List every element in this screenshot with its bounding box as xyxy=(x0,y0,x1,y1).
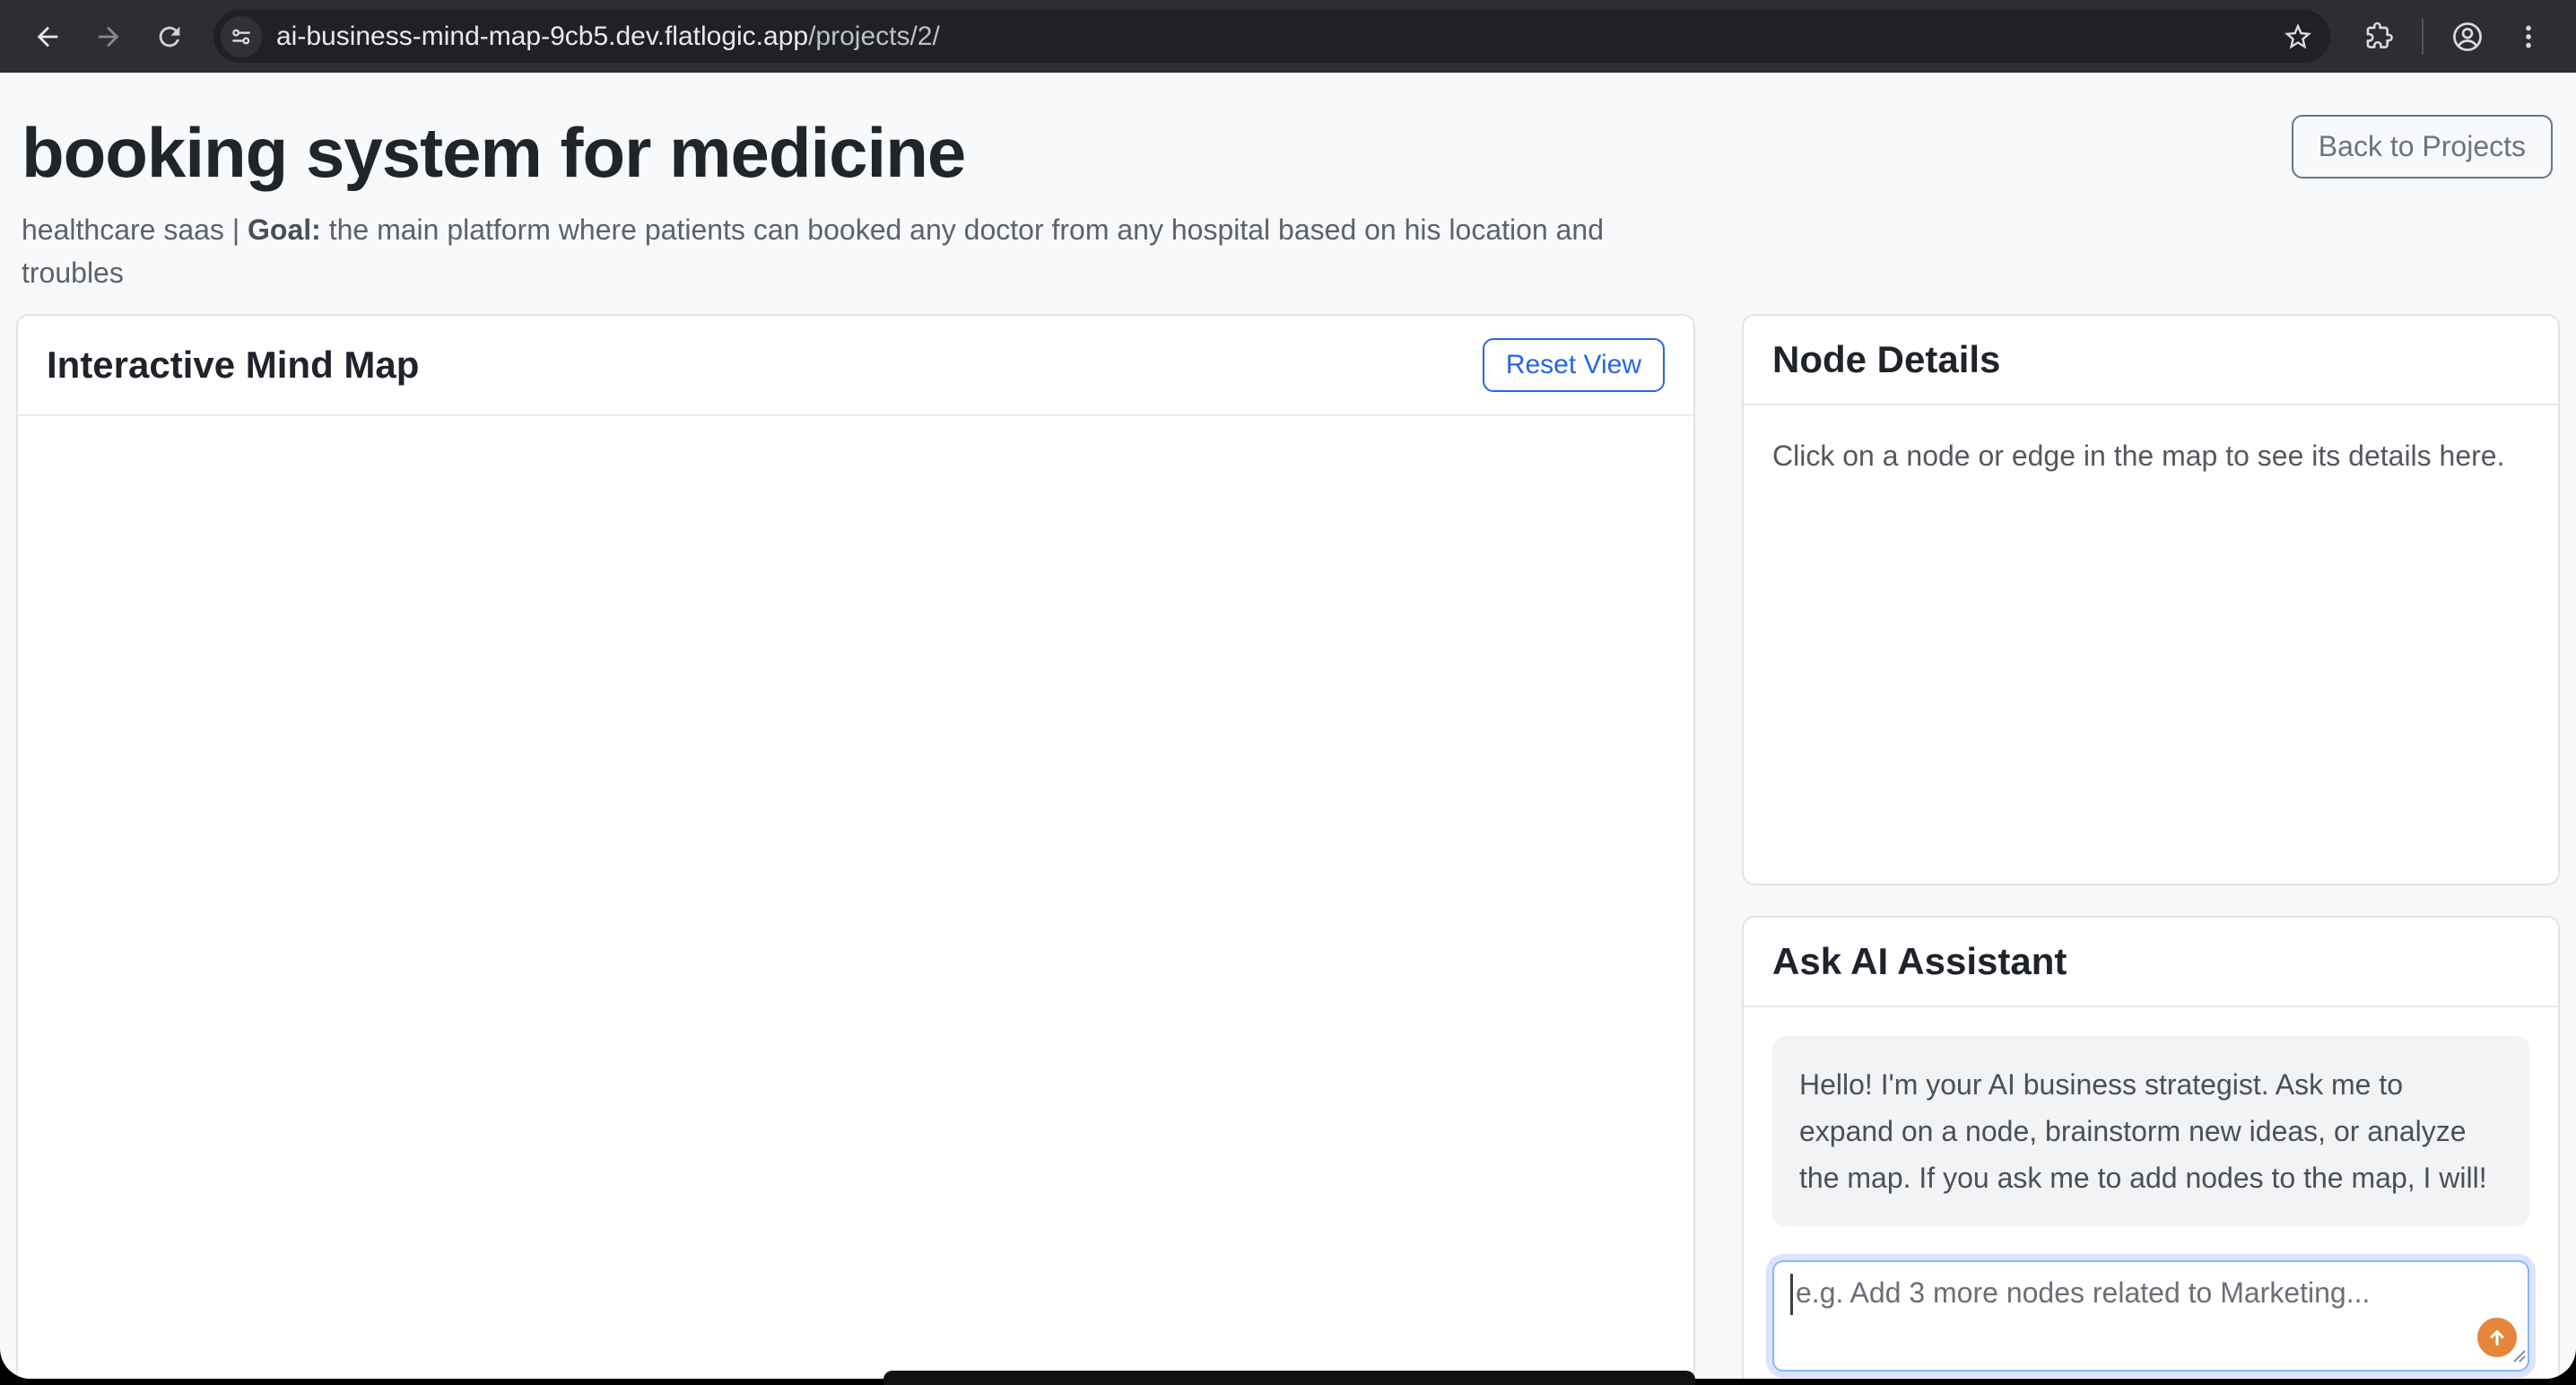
bookmark-star-icon[interactable] xyxy=(2282,21,2314,53)
chat-input-wrapper xyxy=(1772,1260,2529,1372)
ai-assistant-title: Ask AI Assistant xyxy=(1772,940,2067,983)
mindmap-card-header: Interactive Mind Map Reset View xyxy=(18,316,1693,416)
url-path: /projects/2/ xyxy=(808,22,940,51)
mindmap-canvas[interactable] xyxy=(18,416,1693,1379)
url-text: ai-business-mind-map-9cb5.dev.flatlogic.… xyxy=(276,22,940,52)
mindmap-card: Interactive Mind Map Reset View xyxy=(16,314,1695,1379)
browser-window: ai-business-mind-map-9cb5.dev.flatlogic.… xyxy=(0,0,2576,1379)
forward-icon[interactable] xyxy=(83,11,135,63)
menu-dots-icon[interactable] xyxy=(2502,11,2554,63)
extensions-icon[interactable] xyxy=(2352,11,2404,63)
subtitle-prefix: healthcare saas | xyxy=(22,213,248,246)
node-details-card: Node Details Click on a node or edge in … xyxy=(1742,314,2560,885)
address-bar[interactable]: ai-business-mind-map-9cb5.dev.flatlogic.… xyxy=(213,10,2330,63)
content-row: Interactive Mind Map Reset View Node Det… xyxy=(16,314,2560,1379)
ai-assistant-header: Ask AI Assistant xyxy=(1744,918,2558,1007)
text-cursor xyxy=(1790,1274,1793,1315)
macos-dock-sliver[interactable] xyxy=(883,1371,1695,1385)
ai-assistant-card: Ask AI Assistant Hello! I'm your AI busi… xyxy=(1742,916,2560,1379)
browser-toolbar: ai-business-mind-map-9cb5.dev.flatlogic.… xyxy=(0,0,2576,73)
page-title: booking system for medicine xyxy=(22,112,2560,194)
goal-label: Goal: xyxy=(248,213,321,246)
back-icon[interactable] xyxy=(22,11,74,63)
ai-assistant-body: Hello! I'm your AI business strategist. … xyxy=(1744,1007,2558,1379)
resize-handle-icon[interactable] xyxy=(2509,1346,2527,1368)
node-details-header: Node Details xyxy=(1744,316,2558,405)
chat-input[interactable] xyxy=(1772,1260,2529,1372)
reload-icon[interactable] xyxy=(144,11,196,63)
page-header: booking system for medicine healthcare s… xyxy=(16,73,2560,294)
project-subtitle: healthcare saas | Goal: the main platfor… xyxy=(22,208,1663,294)
node-details-body: Click on a node or edge in the map to se… xyxy=(1744,405,2558,884)
reset-view-button[interactable]: Reset View xyxy=(1483,338,1665,392)
mindmap-title: Interactive Mind Map xyxy=(47,344,419,387)
site-settings-icon[interactable] xyxy=(221,16,262,57)
back-to-projects-button[interactable]: Back to Projects xyxy=(2292,115,2553,179)
profile-icon[interactable] xyxy=(2441,11,2493,63)
toolbar-divider xyxy=(2422,19,2424,55)
node-details-title: Node Details xyxy=(1772,338,2000,381)
url-domain: ai-business-mind-map-9cb5.dev.flatlogic.… xyxy=(276,22,808,51)
assistant-welcome-message: Hello! I'm your AI business strategist. … xyxy=(1772,1036,2529,1226)
up-arrow-icon xyxy=(2485,1326,2509,1349)
app-page: booking system for medicine healthcare s… xyxy=(0,73,2576,1379)
node-details-empty-text: Click on a node or edge in the map to se… xyxy=(1772,434,2529,477)
right-column: Node Details Click on a node or edge in … xyxy=(1742,314,2560,1379)
